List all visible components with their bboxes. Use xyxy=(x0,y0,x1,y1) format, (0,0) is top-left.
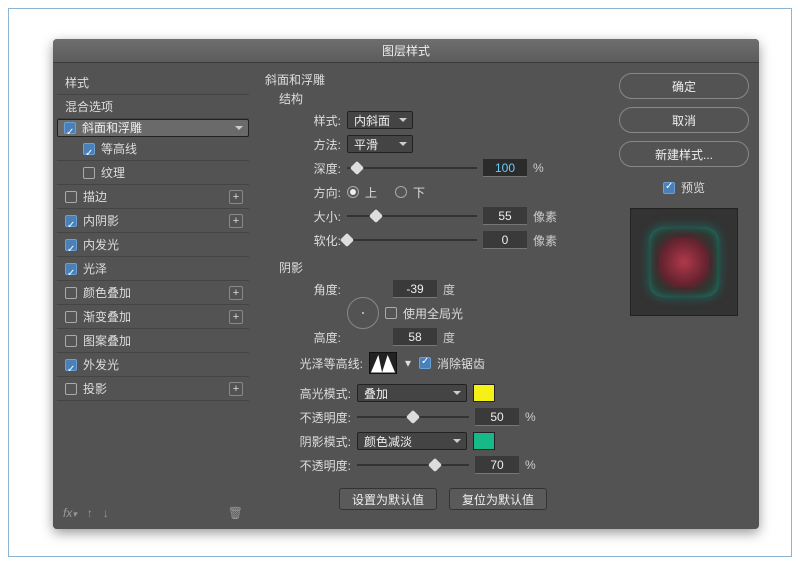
checkbox-icon[interactable] xyxy=(83,167,95,179)
highlight-opacity-slider[interactable] xyxy=(357,410,469,424)
sidebar-item-contour[interactable]: 等高线 xyxy=(57,137,249,161)
depth-input[interactable]: 100 xyxy=(483,159,527,177)
depth-slider[interactable] xyxy=(347,161,477,175)
checkbox-icon[interactable] xyxy=(65,239,77,251)
fx-icon[interactable]: fx▾ xyxy=(63,506,77,520)
direction-down-radio[interactable] xyxy=(395,186,407,198)
sidebar-item-drop-shadow[interactable]: 投影 + xyxy=(57,377,249,401)
global-light-checkbox[interactable] xyxy=(385,307,397,319)
effects-sidebar: 样式 混合选项 斜面和浮雕 等高线 纹理 描边 + 内阴影 + 内发光 xyxy=(53,63,253,529)
direction-up-radio[interactable] xyxy=(347,186,359,198)
shadow-opacity-input[interactable]: 70 xyxy=(475,456,519,474)
add-icon[interactable]: + xyxy=(229,310,243,324)
checkbox-icon[interactable] xyxy=(65,215,77,227)
reset-default-button[interactable]: 复位为默认值 xyxy=(449,488,547,510)
style-select[interactable]: 内斜面 xyxy=(347,111,413,129)
highlight-opacity-input[interactable]: 50 xyxy=(475,408,519,426)
antialias-checkbox[interactable] xyxy=(419,357,431,369)
preview-checkbox[interactable] xyxy=(663,182,675,194)
altitude-input[interactable]: 58 xyxy=(393,328,437,346)
sidebar-footer: fx▾ ↑ ↓ 🗑 xyxy=(57,501,249,525)
structure-title: 结构 xyxy=(279,90,609,107)
options-panel: 斜面和浮雕 结构 样式: 内斜面 方法: 平滑 深度: 100 xyxy=(253,63,619,529)
sidebar-item-outer-glow[interactable]: 外发光 xyxy=(57,353,249,377)
gloss-contour-picker[interactable] xyxy=(369,352,397,374)
checkbox-icon[interactable] xyxy=(65,383,77,395)
arrow-down-icon[interactable]: ↓ xyxy=(103,506,109,520)
shadow-opacity-slider[interactable] xyxy=(357,458,469,472)
highlight-mode-select[interactable]: 叠加 xyxy=(357,384,467,402)
checkbox-icon[interactable] xyxy=(65,311,77,323)
shading-title: 阴影 xyxy=(279,259,609,276)
sidebar-item-color-overlay[interactable]: 颜色叠加 + xyxy=(57,281,249,305)
shadow-mode-select[interactable]: 颜色减淡 xyxy=(357,432,467,450)
technique-select[interactable]: 平滑 xyxy=(347,135,413,153)
ok-button[interactable]: 确定 xyxy=(619,73,749,99)
sidebar-item-stroke[interactable]: 描边 + xyxy=(57,185,249,209)
chevron-down-icon[interactable]: ▾ xyxy=(403,356,413,370)
layer-style-dialog: 图层样式 样式 混合选项 斜面和浮雕 等高线 纹理 描边 + 内阴影 + xyxy=(53,39,759,529)
checkbox-icon[interactable] xyxy=(65,335,77,347)
soften-slider[interactable] xyxy=(347,233,477,247)
make-default-button[interactable]: 设置为默认值 xyxy=(339,488,437,510)
checkbox-icon[interactable] xyxy=(83,143,95,155)
shadow-color-swatch[interactable] xyxy=(473,432,495,450)
sidebar-item-pattern-overlay[interactable]: 图案叠加 xyxy=(57,329,249,353)
add-icon[interactable]: + xyxy=(229,286,243,300)
arrow-up-icon[interactable]: ↑ xyxy=(87,506,93,520)
sidebar-item-inner-shadow[interactable]: 内阴影 + xyxy=(57,209,249,233)
checkbox-icon[interactable] xyxy=(65,287,77,299)
checkbox-icon[interactable] xyxy=(65,191,77,203)
sidebar-item-bevel[interactable]: 斜面和浮雕 xyxy=(57,119,249,137)
checkbox-icon[interactable] xyxy=(65,263,77,275)
dialog-title: 图层样式 xyxy=(53,39,759,63)
new-style-button[interactable]: 新建样式... xyxy=(619,141,749,167)
add-icon[interactable]: + xyxy=(229,382,243,396)
sidebar-item-gradient-overlay[interactable]: 渐变叠加 + xyxy=(57,305,249,329)
soften-input[interactable]: 0 xyxy=(483,231,527,249)
sidebar-item-inner-glow[interactable]: 内发光 xyxy=(57,233,249,257)
sidebar-styles-header[interactable]: 样式 xyxy=(57,71,249,95)
checkbox-icon[interactable] xyxy=(65,359,77,371)
trash-icon[interactable]: 🗑 xyxy=(228,506,243,520)
checkbox-icon[interactable] xyxy=(64,122,76,134)
angle-wheel[interactable] xyxy=(347,297,379,329)
right-panel: 确定 取消 新建样式... 预览 xyxy=(619,63,759,529)
cancel-button[interactable]: 取消 xyxy=(619,107,749,133)
add-icon[interactable]: + xyxy=(229,190,243,204)
sidebar-item-satin[interactable]: 光泽 xyxy=(57,257,249,281)
highlight-color-swatch[interactable] xyxy=(473,384,495,402)
add-icon[interactable]: + xyxy=(229,214,243,228)
preview-thumbnail xyxy=(630,208,738,316)
panel-heading: 斜面和浮雕 xyxy=(265,71,609,88)
size-input[interactable]: 55 xyxy=(483,207,527,225)
size-slider[interactable] xyxy=(347,209,477,223)
angle-input[interactable]: -39 xyxy=(393,280,437,298)
